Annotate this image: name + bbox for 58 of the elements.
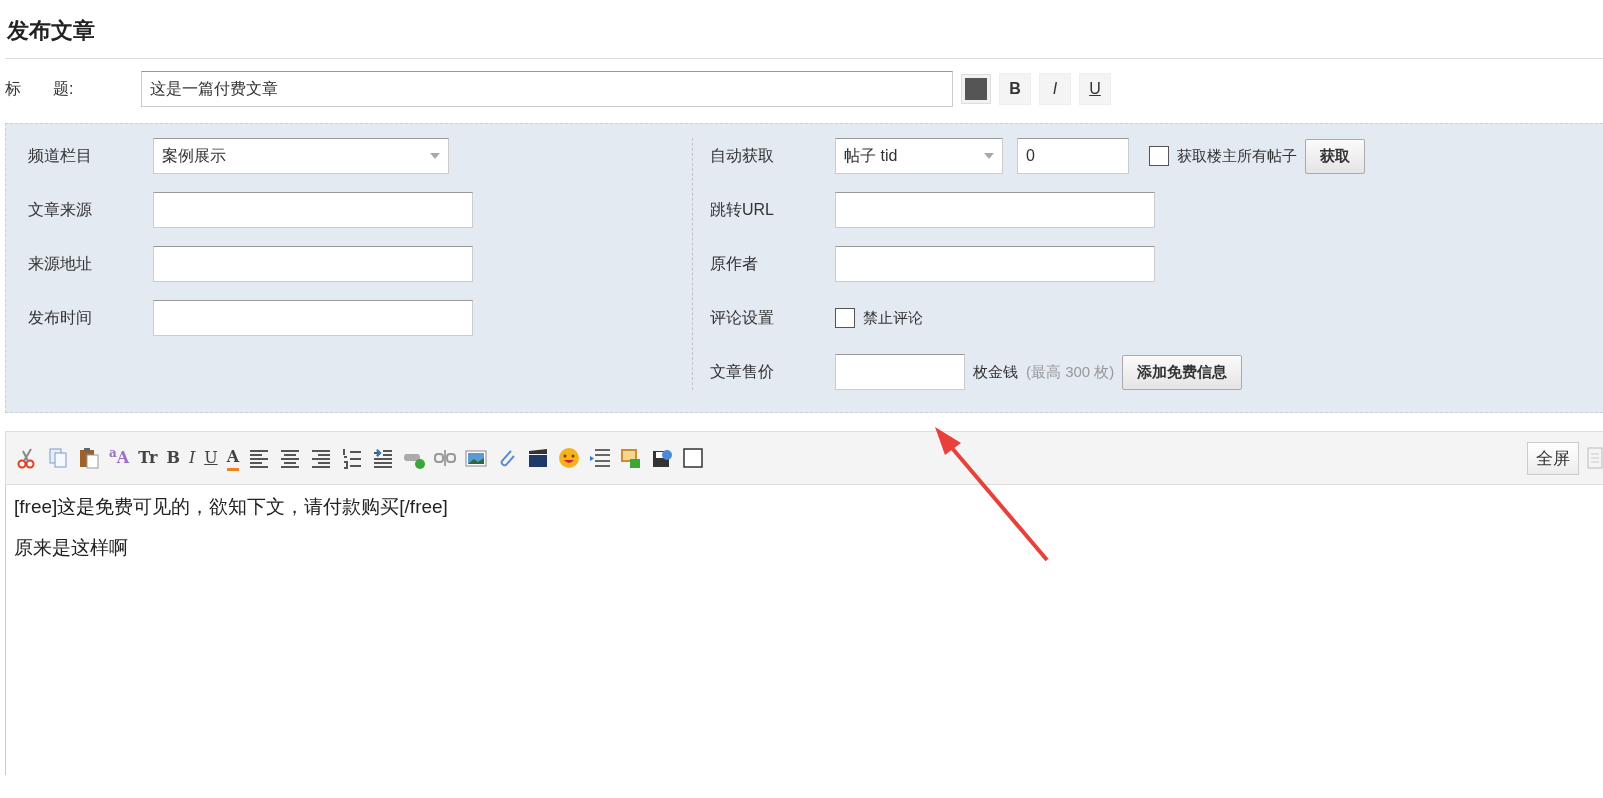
input-field[interactable] — [153, 300, 473, 337]
field-label: 文章售价 — [710, 362, 775, 383]
select-value: 帖子 tid — [844, 146, 898, 167]
unit-label: 枚金钱 — [973, 362, 1018, 383]
price-input[interactable] — [835, 354, 965, 391]
field-label: 来源地址 — [28, 254, 93, 275]
field-label: 原作者 — [710, 254, 759, 275]
caret-icon — [984, 153, 994, 160]
align-center-icon[interactable] — [279, 447, 302, 470]
input-field[interactable] — [153, 246, 473, 283]
add-free-info-button[interactable]: 添加免费信息 — [1122, 355, 1243, 390]
input-field[interactable] — [835, 192, 1155, 229]
numbered-list-icon[interactable] — [341, 447, 364, 470]
underline-icon[interactable]: U — [204, 447, 218, 470]
underline-button[interactable]: U — [1079, 73, 1111, 106]
field-label: 频道栏目 — [28, 146, 93, 167]
fetch-button[interactable]: 获取 — [1305, 139, 1365, 174]
editor-area[interactable]: [free]这是免费可见的，欲知下文，请付款购买[/free] 原来是这样啊 — [5, 485, 1603, 776]
hint-text: (最高 300 枚) — [1026, 362, 1115, 383]
checkbox-icon[interactable] — [682, 447, 705, 470]
field-label: 评论设置 — [710, 308, 775, 329]
input-field[interactable]: 0 — [1017, 138, 1129, 175]
select-value: 案例展示 — [162, 146, 226, 167]
align-right-icon[interactable] — [310, 447, 333, 470]
caret-icon — [430, 153, 440, 160]
page-break-icon[interactable] — [589, 447, 612, 470]
select-field[interactable]: 帖子 tid — [835, 138, 1003, 175]
field-label: 文章来源 — [28, 200, 93, 221]
title-input[interactable]: 这是一篇付费文章 — [141, 71, 953, 108]
field-label: 标 题: — [5, 79, 75, 100]
color-picker-button[interactable] — [961, 74, 991, 105]
input-field[interactable] — [835, 246, 1155, 283]
indent-icon[interactable] — [372, 447, 395, 470]
fullscreen-button[interactable]: 全屏 — [1527, 441, 1579, 476]
select-field[interactable]: 案例展示 — [153, 138, 449, 175]
bold-icon[interactable]: B — [166, 447, 180, 470]
align-left-icon[interactable] — [248, 447, 271, 470]
smiley-icon[interactable] — [558, 447, 581, 470]
italic-button[interactable]: I — [1039, 73, 1071, 106]
clapperboard-icon[interactable] — [527, 447, 550, 470]
field-label: 跳转URL — [710, 200, 775, 221]
checkbox[interactable] — [835, 308, 855, 329]
page-title: 发布文章 — [6, 17, 96, 45]
field-label: 发布时间 — [28, 308, 93, 329]
paste-icon[interactable] — [78, 447, 100, 470]
field-label: 自动获取 — [710, 146, 775, 167]
text-line: [free]这是免费可见的，欲知下文，请付款购买[/free] — [14, 495, 449, 520]
italic-icon[interactable]: I — [188, 447, 196, 470]
image-insert-icon[interactable] — [620, 447, 643, 470]
text-line: 原来是这样啊 — [14, 535, 129, 560]
checkbox-label: 禁止评论 — [863, 308, 923, 329]
image-icon[interactable] — [465, 447, 488, 470]
checkbox-label: 获取楼主所有帖子 — [1177, 146, 1297, 167]
input-field[interactable] — [153, 192, 473, 229]
checkbox[interactable] — [1149, 146, 1169, 167]
text-size-icon[interactable]: Tr — [138, 447, 158, 470]
bold-button[interactable]: B — [999, 73, 1031, 106]
save-icon[interactable] — [651, 447, 674, 470]
